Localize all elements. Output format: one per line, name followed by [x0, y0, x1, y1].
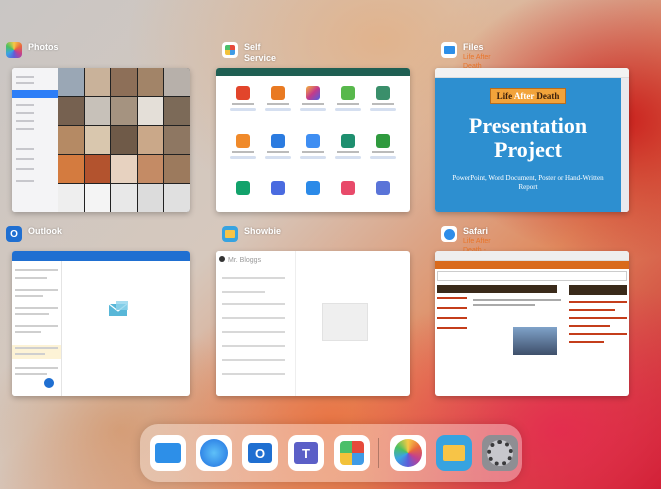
- slide-title-line-2: Project: [494, 137, 562, 162]
- compose-button[interactable]: [44, 378, 54, 388]
- showbie-dock-icon[interactable]: [436, 435, 472, 471]
- photos-dock-icon[interactable]: [390, 435, 426, 471]
- outlook-dock-icon[interactable]: O: [242, 435, 278, 471]
- showbie-preview[interactable]: Mr. Bloggs: [216, 251, 410, 396]
- slide-banner: Life After Death: [489, 88, 567, 104]
- showbie-app-icon: [222, 226, 238, 242]
- presentation-slide: Life After Death Presentation Project Po…: [435, 78, 621, 212]
- slide-note: PowerPoint, Word Document, Poster or Han…: [452, 174, 604, 191]
- photos-grid: [58, 68, 190, 212]
- app-card-title: Files: [463, 42, 484, 52]
- self-service-dock-icon[interactable]: [334, 435, 370, 471]
- showbie-logo-icon: [219, 256, 225, 262]
- photos-app-icon: [6, 42, 22, 58]
- safari-preview[interactable]: [435, 251, 629, 396]
- teams-dock-icon[interactable]: T: [288, 435, 324, 471]
- outlook-mail-list: [12, 261, 62, 396]
- outlook-app-icon: O: [6, 226, 22, 242]
- files-preview[interactable]: Life After Death Presentation Project Po…: [435, 68, 629, 212]
- website-article: [473, 299, 561, 392]
- envelope-icon: [108, 301, 128, 316]
- self-service-header-bar: [216, 68, 410, 76]
- website-left-menu: [437, 297, 471, 392]
- outlook-preview[interactable]: [12, 251, 190, 396]
- outlook-header: [12, 251, 190, 261]
- website-title-bar: [437, 285, 557, 293]
- app-card-title: Photos: [28, 42, 59, 52]
- website-nav: [437, 271, 627, 281]
- website-right-column: [569, 285, 627, 392]
- app-card-title: Safari: [463, 226, 489, 236]
- slide-title-line-1: Presentation: [468, 113, 588, 138]
- dock-separator: [378, 438, 379, 468]
- dock: O T: [140, 424, 522, 482]
- safari-address-bar: [435, 251, 629, 261]
- settings-dock-icon[interactable]: [482, 435, 518, 471]
- safari-app-icon: [441, 226, 457, 242]
- app-card-title: Self Service: [244, 42, 277, 63]
- showbie-user-name: Mr. Bloggs: [228, 257, 262, 264]
- showbie-class-list: Mr. Bloggs: [216, 251, 296, 396]
- photos-sidebar: [12, 68, 58, 212]
- app-card-title: Outlook: [28, 226, 62, 236]
- app-card-title: Showbie: [244, 226, 282, 236]
- safari-dock-icon[interactable]: [196, 435, 232, 471]
- photos-preview[interactable]: [12, 68, 190, 212]
- website-header: [435, 261, 629, 269]
- self-service-app-grid: [226, 86, 400, 208]
- files-app-icon: [441, 42, 457, 58]
- files-toolbar: [435, 68, 629, 78]
- slide-thumbnails-strip: [621, 78, 629, 212]
- article-image: [513, 327, 557, 355]
- self-service-app-icon: [222, 42, 238, 58]
- files-dock-icon[interactable]: [150, 435, 186, 471]
- book-icon: [322, 303, 368, 341]
- self-service-preview[interactable]: [216, 68, 410, 212]
